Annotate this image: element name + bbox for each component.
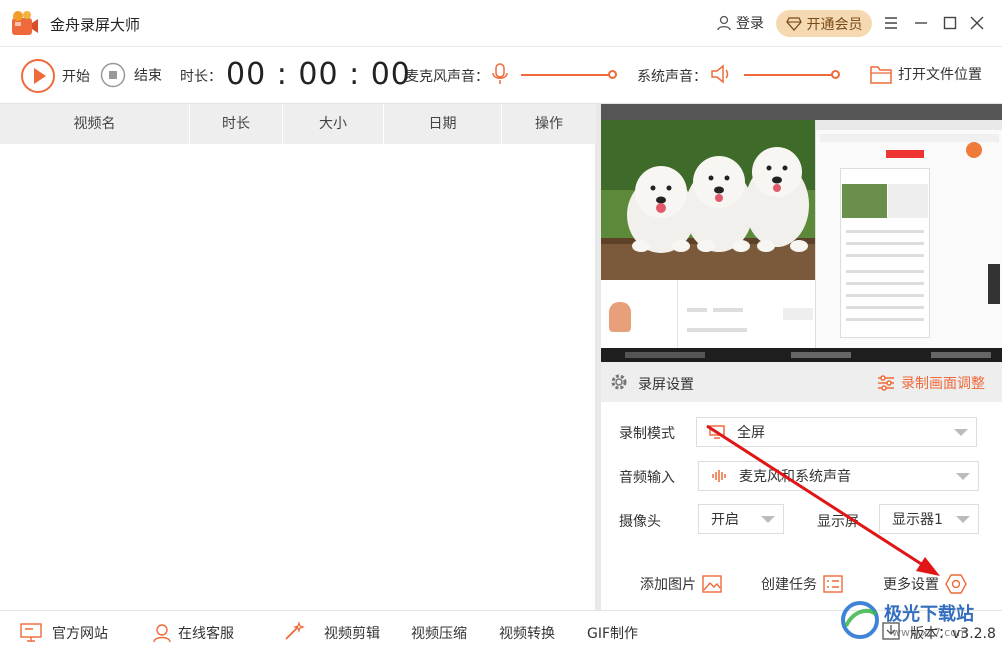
mic-volume-slider[interactable] <box>521 74 613 76</box>
camera-label: 摄像头 <box>619 514 661 530</box>
version-label: 版本：v3.2.8 <box>910 626 996 642</box>
minimize-icon[interactable] <box>910 12 932 34</box>
hexagon-settings-icon <box>945 574 967 594</box>
video-list <box>0 144 596 610</box>
diamond-icon <box>785 16 802 31</box>
record-mode-select[interactable]: 全屏 <box>696 417 977 447</box>
camera-select[interactable]: 开启 <box>698 504 784 534</box>
more-settings-label: 更多设置 <box>883 577 939 593</box>
play-icon <box>21 59 55 93</box>
record-toolbar: 开始 结束 时长： 00 : 00 : 00 麦克风声音： 系统声音： 打开文件… <box>0 47 1002 104</box>
create-task-label: 创建任务 <box>761 577 817 593</box>
menu-icon[interactable] <box>880 12 902 34</box>
camera-value: 开启 <box>711 512 739 528</box>
video-convert-label: 视频转换 <box>499 626 555 642</box>
monitor-icon <box>20 623 42 642</box>
more-settings-button[interactable]: 更多设置 <box>883 574 967 594</box>
gif-maker-label: GIF制作 <box>587 626 639 642</box>
create-task-button[interactable]: 创建任务 <box>761 574 843 594</box>
add-image-button[interactable]: 添加图片 <box>640 574 722 594</box>
title-bar: 金舟录屏大师 登录 开通会员 <box>0 0 1002 47</box>
system-volume-label: 系统声音： <box>637 69 707 85</box>
video-edit-button[interactable]: 视频剪辑 <box>324 623 380 643</box>
screen-preview <box>601 104 1002 362</box>
website-button[interactable]: 官方网站 <box>20 623 108 643</box>
display-label: 显示屏 <box>817 514 859 530</box>
stop-label: 结束 <box>134 68 162 84</box>
nested-app-window <box>601 280 815 348</box>
vip-label: 开通会员 <box>806 16 863 33</box>
image-icon <box>702 575 722 593</box>
system-volume-knob[interactable] <box>831 70 840 79</box>
login-label: 登录 <box>736 16 764 32</box>
folder-icon <box>870 66 892 84</box>
record-settings-title: 录屏设置 <box>638 377 694 393</box>
customer-service-label: 在线客服 <box>178 626 234 642</box>
mic-volume-label: 麦克风声音： <box>405 69 489 85</box>
sliders-icon <box>878 375 894 391</box>
bottom-bar: 官方网站 在线客服 视频剪辑 视频压缩 视频转换 GIF制作 版本：v3.2.8 <box>0 610 1002 652</box>
puppies-image <box>601 120 815 280</box>
chevron-down-icon <box>761 516 775 523</box>
mode-label: 录制模式 <box>619 426 675 442</box>
video-table-header: 视频名 时长 大小 日期 操作 <box>0 104 596 144</box>
mic-volume-knob[interactable] <box>608 70 617 79</box>
display-value: 显示器1 <box>892 512 943 528</box>
system-volume-slider[interactable] <box>744 74 836 76</box>
column-date[interactable]: 日期 <box>384 104 502 144</box>
stop-button[interactable]: 结束 <box>100 62 162 88</box>
gif-maker-button[interactable]: GIF制作 <box>587 623 638 643</box>
adjust-capture-label: 录制画面调整 <box>901 376 985 392</box>
video-convert-button[interactable]: 视频转换 <box>499 623 555 643</box>
app-logo-icon <box>12 11 38 35</box>
close-icon[interactable] <box>966 12 988 34</box>
audio-input-select[interactable]: 麦克风和系统声音 <box>698 461 979 491</box>
website-label: 官方网站 <box>52 626 108 642</box>
speaker-icon[interactable] <box>710 63 732 85</box>
vip-button[interactable]: 开通会员 <box>776 10 872 37</box>
monitor-icon <box>709 425 725 439</box>
download-icon[interactable] <box>882 622 900 640</box>
customer-service-button[interactable]: 在线客服 <box>152 623 234 643</box>
chevron-down-icon <box>956 473 970 480</box>
audio-input-value: 麦克风和系统声音 <box>739 469 851 485</box>
user-icon <box>717 15 731 31</box>
chevron-down-icon <box>954 429 968 436</box>
start-label: 开始 <box>62 69 90 85</box>
video-compress-button[interactable]: 视频压缩 <box>411 623 467 643</box>
nested-browser-window <box>815 120 1002 348</box>
start-button[interactable]: 开始 <box>20 58 90 94</box>
waveform-icon <box>712 470 726 482</box>
nested-taskbar <box>601 348 1002 362</box>
login-button[interactable]: 登录 <box>716 13 764 33</box>
duration-timer: 00 : 00 : 00 <box>226 57 411 92</box>
gear-icon <box>611 374 627 390</box>
chevron-down-icon <box>956 516 970 523</box>
record-mode-value: 全屏 <box>737 425 765 441</box>
microphone-icon[interactable] <box>492 63 508 85</box>
adjust-capture-button[interactable]: 录制画面调整 <box>877 373 985 393</box>
support-agent-icon <box>153 624 171 643</box>
record-settings-header: 录屏设置 录制画面调整 <box>601 362 1002 402</box>
column-video-name[interactable]: 视频名 <box>0 104 190 144</box>
audio-input-label: 音频输入 <box>619 470 675 486</box>
column-duration[interactable]: 时长 <box>190 104 283 144</box>
video-compress-label: 视频压缩 <box>411 626 467 642</box>
column-size[interactable]: 大小 <box>283 104 384 144</box>
maximize-icon[interactable] <box>939 12 961 34</box>
app-title: 金舟录屏大师 <box>50 16 141 34</box>
video-edit-label: 视频剪辑 <box>324 626 380 642</box>
stop-icon <box>100 62 126 88</box>
add-image-label: 添加图片 <box>640 577 696 593</box>
duration-label: 时长： <box>180 69 222 85</box>
column-actions: 操作 <box>535 116 563 132</box>
task-list-icon <box>823 575 843 593</box>
magic-wand-icon <box>285 621 305 640</box>
display-select[interactable]: 显示器1 <box>879 504 979 534</box>
open-folder-label: 打开文件位置 <box>898 67 982 83</box>
open-folder-button[interactable]: 打开文件位置 <box>870 64 982 84</box>
